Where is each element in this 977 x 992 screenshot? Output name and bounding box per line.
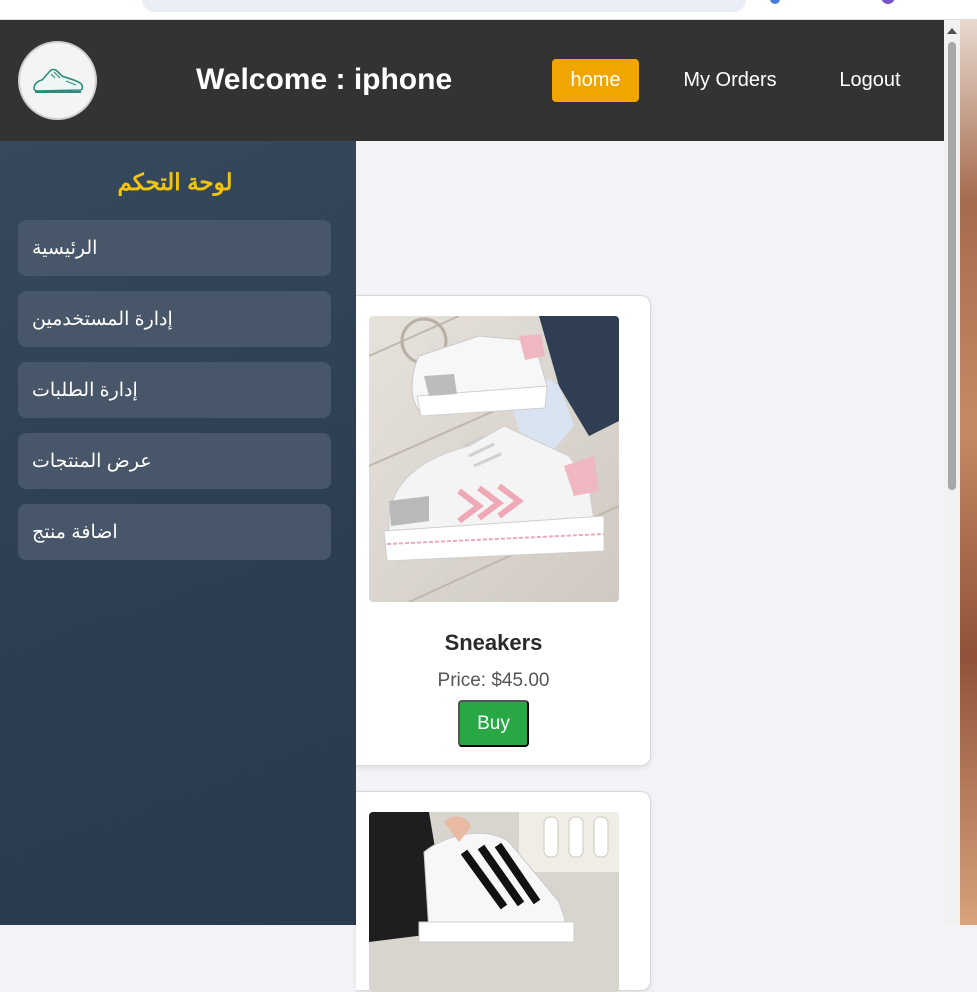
sidebar-item-label: إدارة المستخدمين: [32, 308, 173, 330]
sidebar-item-label: عرض المنتجات: [32, 450, 152, 472]
nav-logout-link[interactable]: Logout: [826, 59, 914, 102]
nav-my-orders-link[interactable]: My Orders: [670, 59, 790, 102]
sidebar-item-home[interactable]: الرئيسية: [18, 220, 331, 276]
address-bar[interactable]: [142, 0, 746, 12]
browser-extension-icon[interactable]: [770, 0, 780, 4]
sidebar-item-products[interactable]: عرض المنتجات: [18, 433, 331, 489]
product-price: Price: $45.00: [437, 670, 550, 691]
sneaker-logo-icon[interactable]: [18, 41, 97, 120]
scrollbar-thumb[interactable]: [948, 42, 956, 490]
product-image: [369, 812, 619, 992]
buy-button[interactable]: Buy: [458, 700, 529, 747]
sidebar-item-label: إدارة الطلبات: [32, 379, 138, 401]
nav-home-button[interactable]: home: [552, 59, 639, 102]
sidebar-item-orders[interactable]: إدارة الطلبات: [18, 362, 331, 418]
product-image: [369, 316, 619, 602]
sidebar-item-users[interactable]: إدارة المستخدمين: [18, 291, 331, 347]
welcome-heading: Welcome : iphone: [196, 63, 453, 96]
product-name: Sneakers: [444, 630, 543, 655]
profile-icon[interactable]: [881, 0, 895, 4]
product-card: Sneakers Price: $45.00 Buy: [356, 295, 651, 766]
sidebar-item-add-product[interactable]: اضافة منتج: [18, 504, 331, 560]
page-scrollbar[interactable]: [944, 20, 960, 925]
top-navbar: Welcome : iphone home My Orders Logout: [0, 20, 944, 141]
browser-chrome: [0, 0, 977, 20]
scroll-up-arrow-icon[interactable]: [947, 28, 957, 34]
dashboard-sidebar: لوحة التحكم الرئيسية إدارة المستخدمين إد…: [0, 141, 356, 925]
sidebar-title: لوحة التحكم: [117, 169, 233, 195]
sidebar-item-label: اضافة منتج: [32, 521, 118, 543]
product-card: [356, 791, 651, 992]
background-window-edge: [960, 20, 977, 925]
sidebar-item-label: الرئيسية: [32, 237, 98, 259]
